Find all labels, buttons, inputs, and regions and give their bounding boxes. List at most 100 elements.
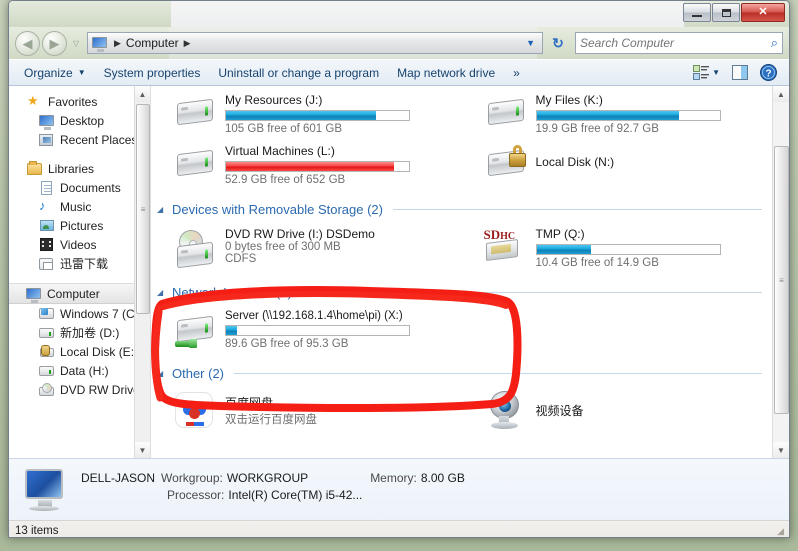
close-button[interactable]: ✕: [741, 3, 785, 22]
minimize-button[interactable]: [683, 3, 711, 22]
toolbar-overflow-button[interactable]: »: [504, 63, 529, 83]
uninstall-program-button[interactable]: Uninstall or change a program: [209, 63, 388, 83]
shell-item-tile[interactable]: 视频设备: [462, 386, 773, 434]
drive-tile[interactable]: Local Disk (N:): [462, 139, 773, 190]
help-button[interactable]: ?: [754, 62, 783, 83]
search-box[interactable]: ⌕: [575, 32, 783, 54]
scrollbar-thumb[interactable]: ≡: [136, 104, 150, 314]
libraries-folder-icon: [27, 160, 43, 177]
sidebar-item-volume-d[interactable]: 新加卷 (D:): [9, 323, 150, 342]
scroll-up-arrow[interactable]: ▲: [773, 86, 789, 102]
sidebar-item-data-h[interactable]: Data (H:): [9, 361, 150, 380]
sidebar-item-documents[interactable]: Documents: [9, 178, 150, 197]
sidebar-item-favorites[interactable]: ★ Favorites: [9, 92, 150, 111]
group-title: Other (2): [172, 366, 225, 381]
scrollbar-thumb[interactable]: ≡: [774, 146, 789, 414]
shell-item-tile[interactable]: 百度网盘 双击运行百度网盘: [151, 386, 462, 434]
dvd-drive-icon: [39, 382, 55, 398]
title-bar-glass-left: [9, 1, 171, 27]
sidebar-item-libraries[interactable]: Libraries: [9, 159, 150, 178]
drive-tile[interactable]: Server (\\192.168.1.4\home\pi) (X:) 89.6…: [151, 305, 462, 354]
address-dropdown-button[interactable]: ▼: [521, 38, 540, 48]
processor-label: Processor:: [167, 488, 225, 502]
drive-name: TMP (Q:): [535, 227, 585, 241]
documents-icon: [39, 180, 55, 196]
group-header-removable-storage[interactable]: ◢ Devices with Removable Storage (2): [151, 196, 772, 220]
locked-drive-icon: [39, 344, 55, 360]
computer-icon: [26, 286, 42, 303]
preview-pane-button[interactable]: [726, 63, 754, 82]
group-title: Devices with Removable Storage (2): [172, 202, 383, 217]
sidebar-item-computer[interactable]: Computer: [9, 283, 150, 304]
baidu-netdisk-icon: [173, 390, 217, 430]
sidebar-item-desktop[interactable]: Desktop: [9, 111, 150, 130]
drive-capacity-text: 0 bytes free of 300 MB: [225, 241, 341, 253]
drive-name: Local Disk (N:): [535, 155, 615, 169]
workgroup-value: WORKGROUP: [226, 471, 309, 485]
scroll-down-arrow[interactable]: ▼: [773, 442, 789, 458]
chevron-double-right-icon: »: [513, 65, 520, 80]
scroll-down-arrow[interactable]: ▼: [135, 442, 150, 458]
sidebar-item-dvd-rw-i[interactable]: DVD RW Drive (I:): [9, 380, 150, 399]
sidebar-label-local-disk-e: Local Disk (E:): [60, 344, 139, 359]
collapse-caret-icon[interactable]: ◢: [157, 369, 166, 378]
forward-button[interactable]: ▶: [42, 30, 67, 56]
pictures-icon: [39, 218, 55, 234]
search-input[interactable]: [580, 36, 771, 50]
sidebar-item-xunlei-download[interactable]: 迅雷下载: [9, 254, 150, 273]
capacity-meter: [225, 110, 410, 121]
capacity-meter: [535, 244, 721, 255]
drive-tile[interactable]: My Files (K:) 19.9 GB free of 92.7 GB: [462, 88, 773, 139]
back-arrow-icon: ◀: [22, 35, 33, 51]
file-list-pane[interactable]: My Resources (J:) 105 GB free of 601 GB …: [151, 86, 789, 458]
drive-capacity-text: 10.4 GB free of 14.9 GB: [535, 257, 659, 269]
group-header-network-location[interactable]: ◢ Network Location (1): [151, 279, 772, 303]
collapse-caret-icon[interactable]: ◢: [157, 288, 166, 297]
hard-disk-icon: [173, 92, 217, 132]
search-icon[interactable]: ⌕: [771, 35, 778, 51]
sidebar-item-pictures[interactable]: Pictures: [9, 216, 150, 235]
sidebar-label-libraries: Libraries: [48, 161, 95, 176]
sidebar-item-recent-places[interactable]: Recent Places: [9, 130, 150, 149]
sidebar-item-windows7-c[interactable]: Windows 7 (C:): [9, 304, 150, 323]
command-toolbar: Organize ▼ System properties Uninstall o…: [9, 59, 789, 86]
sidebar-item-local-disk-e[interactable]: Local Disk (E:): [9, 342, 150, 361]
address-bar[interactable]: ▶ Computer ▶ ▼: [87, 32, 543, 54]
chevron-down-icon[interactable]: ▼: [712, 68, 720, 77]
collapse-caret-icon[interactable]: ◢: [157, 205, 166, 214]
help-icon: ?: [760, 64, 777, 81]
drive-tile[interactable]: DVD RW Drive (I:) DSDemo 0 bytes free of…: [151, 222, 462, 273]
details-pane: DELL-JASON Workgroup: WORKGROUP Memory: …: [9, 458, 789, 520]
drive-tile[interactable]: SDHC TMP (Q:) 10.4 GB free of 14.9 GB: [462, 222, 773, 273]
view-options-button[interactable]: ▼: [687, 63, 726, 82]
breadcrumb-separator[interactable]: ▶: [181, 38, 194, 49]
back-button[interactable]: ◀: [15, 30, 40, 56]
map-network-drive-button[interactable]: Map network drive: [388, 63, 504, 83]
chevron-down-icon: ▼: [77, 68, 86, 77]
refresh-button[interactable]: ↻: [547, 32, 569, 54]
title-bar[interactable]: ✕: [9, 1, 789, 27]
maximize-button[interactable]: [712, 3, 740, 22]
sidebar-label-computer: Computer: [47, 286, 100, 301]
explorer-body: ★ Favorites Desktop Recent Places Librar…: [9, 86, 789, 458]
resize-grip[interactable]: ◢: [777, 526, 784, 537]
recent-locations-button[interactable]: ▽: [69, 39, 83, 48]
file-list-scrollbar[interactable]: ▲ ≡ ▼: [772, 86, 789, 458]
group-rule: [392, 209, 762, 210]
sidebar-label-music: Music: [60, 199, 92, 214]
drive-tile[interactable]: Virtual Machines (L:) 52.9 GB free of 65…: [151, 139, 462, 190]
sidebar-label-recent-places: Recent Places: [60, 132, 138, 147]
navigation-pane: ★ Favorites Desktop Recent Places Librar…: [9, 86, 151, 458]
breadcrumb-computer[interactable]: Computer: [124, 36, 181, 50]
scroll-up-arrow[interactable]: ▲: [135, 86, 150, 102]
navigation-pane-scrollbar[interactable]: ▲ ≡ ▼: [134, 86, 150, 458]
sidebar-item-videos[interactable]: Videos: [9, 235, 150, 254]
organize-button[interactable]: Organize ▼: [15, 63, 95, 83]
capacity-meter: [535, 110, 721, 121]
sidebar-item-music[interactable]: ♪ Music: [9, 197, 150, 216]
group-header-other[interactable]: ◢ Other (2): [151, 360, 772, 384]
drive-tile[interactable]: My Resources (J:) 105 GB free of 601 GB: [151, 88, 462, 139]
group-rule: [234, 373, 762, 374]
system-properties-button[interactable]: System properties: [95, 63, 210, 83]
